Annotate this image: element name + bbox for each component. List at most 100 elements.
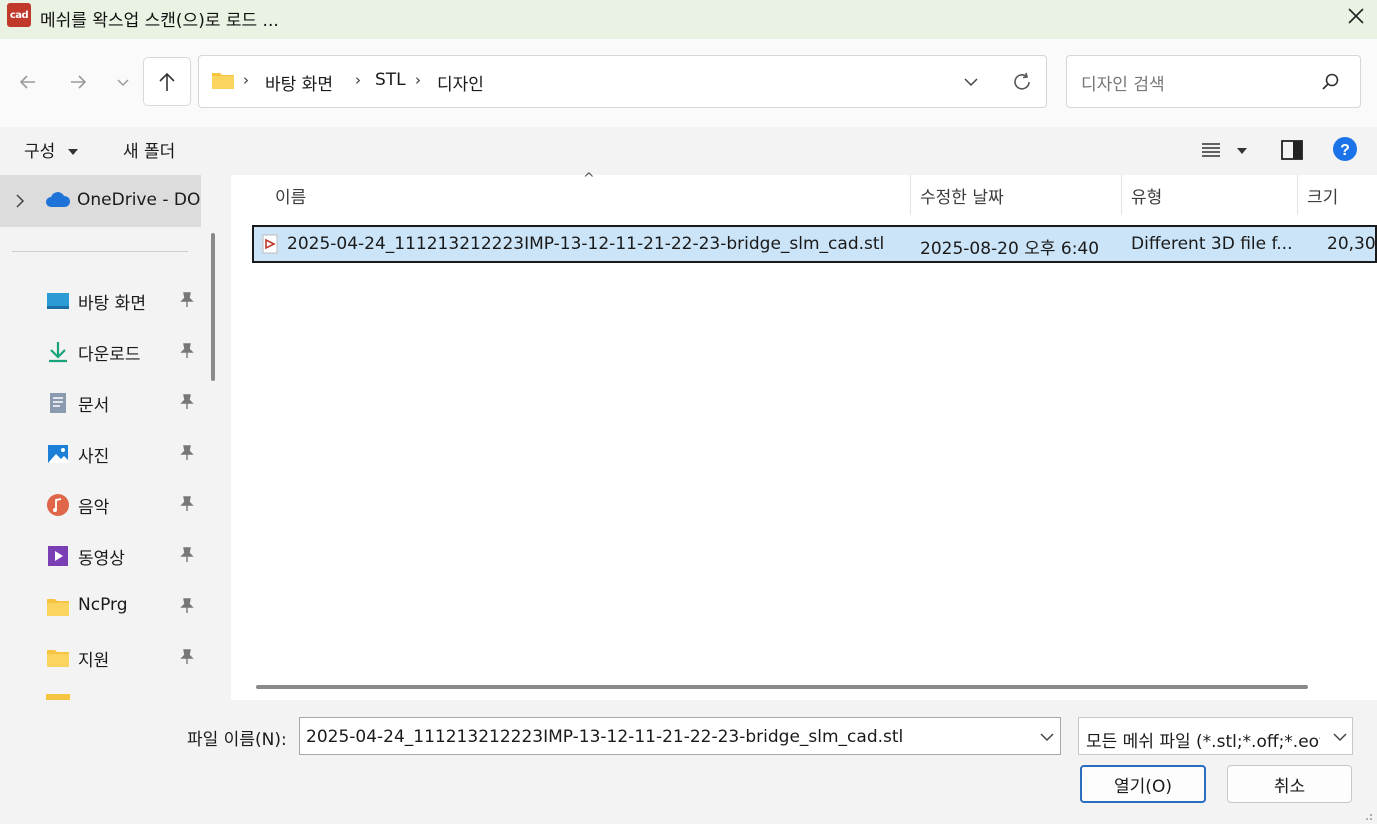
folder-icon — [47, 599, 69, 616]
up-arrow-icon — [159, 72, 175, 91]
file-size-cell: 20,305 — [1327, 234, 1377, 254]
folder-icon — [212, 73, 234, 89]
open-button[interactable]: 열기(O) — [1080, 765, 1206, 803]
nav-item-videos[interactable]: 동영상 — [0, 536, 201, 576]
filename-value[interactable]: 2025-04-24_111213212223IMP-13-12-11-21-2… — [306, 727, 903, 747]
column-divider[interactable] — [1121, 175, 1122, 215]
chevron-down-icon[interactable] — [964, 76, 978, 88]
stl-file-icon — [262, 234, 278, 254]
nav-item-label: 지원 — [78, 651, 110, 671]
onedrive-label: OneDrive - DOF — [77, 190, 201, 210]
app-icon: cad — [7, 3, 31, 27]
sort-ascending-icon: ^ — [583, 171, 595, 187]
nav-item-ncprg[interactable]: NcPrg — [0, 587, 201, 627]
navigation-pane: OneDrive - DOF 바탕 화면 다운로드 문서 사진 음악 동영상 N… — [0, 175, 228, 700]
file-type-cell: Different 3D file f... — [1131, 234, 1291, 254]
breadcrumb-separator-icon: › — [243, 71, 249, 89]
organize-label: 구성 — [24, 142, 56, 162]
breadcrumb-separator-icon: › — [415, 71, 421, 89]
preview-pane-button[interactable] — [1280, 139, 1304, 165]
onedrive-cloud-icon — [46, 192, 71, 207]
nav-item-documents[interactable]: 문서 — [0, 383, 201, 423]
list-view-icon — [1202, 143, 1220, 157]
help-button[interactable]: ? — [1332, 136, 1358, 166]
nav-item-label: 동영상 — [78, 549, 125, 569]
column-header-name[interactable]: 이름 — [275, 183, 306, 208]
nav-item-music[interactable]: 음악 — [0, 485, 201, 525]
file-type-select[interactable]: 모든 메쉬 파일 (*.stl;*.off;*.eoff — [1078, 717, 1353, 755]
search-icon — [1322, 73, 1339, 90]
refresh-icon[interactable] — [1011, 71, 1033, 93]
dialog-footer: 파일 이름(N): 2025-04-24_111213212223IMP-13-… — [0, 700, 1377, 824]
breadcrumb-stl[interactable]: STL — [375, 70, 406, 90]
search-box[interactable]: 디자인 검색 — [1066, 55, 1361, 108]
open-file-dialog: cad 메쉬를 왁스업 스캔(으)로 로드 ... › 바탕 화면 › STL … — [0, 0, 1377, 824]
filename-field[interactable]: 2025-04-24_111213212223IMP-13-12-11-21-2… — [299, 717, 1061, 755]
view-options-button[interactable] — [1200, 139, 1247, 165]
close-icon — [1348, 7, 1364, 24]
nav-item-pictures[interactable]: 사진 — [0, 434, 201, 474]
caret-down-icon — [67, 149, 78, 155]
file-modified-cell: 2025-08-20 오후 6:40 — [920, 239, 1100, 259]
nav-item-downloads[interactable]: 다운로드 — [0, 332, 201, 372]
chevron-right-icon[interactable] — [14, 193, 26, 209]
help-icon: ? — [1333, 137, 1357, 161]
breadcrumb-separator-icon: › — [355, 71, 361, 89]
documents-icon — [50, 393, 66, 413]
preview-pane-icon — [1281, 140, 1303, 160]
close-button[interactable] — [1335, 0, 1377, 31]
chevron-down-icon — [117, 79, 129, 87]
file-list: ^ 이름 수정한 날짜 유형 크기 2025-04-24_11121321222… — [231, 171, 1377, 700]
search-input[interactable]: 디자인 검색 — [1081, 70, 1165, 95]
nav-item-onedrive[interactable]: OneDrive - DOF — [0, 175, 201, 227]
pin-icon — [180, 496, 194, 511]
address-bar[interactable]: › 바탕 화면 › STL › 디자인 — [198, 55, 1047, 108]
file-type-value: 모든 메쉬 파일 (*.stl;*.off;*.eoff — [1086, 732, 1320, 752]
chevron-down-icon[interactable] — [1040, 732, 1054, 742]
column-divider[interactable] — [910, 175, 911, 215]
nav-item-label: 바탕 화면 — [78, 294, 146, 314]
recent-locations-button[interactable] — [105, 64, 141, 100]
pin-icon — [180, 292, 194, 307]
breadcrumb-design[interactable]: 디자인 — [437, 70, 484, 95]
nav-pane-scrollbar[interactable] — [211, 233, 215, 381]
nav-item-label: 사진 — [78, 447, 110, 467]
videos-icon — [48, 546, 68, 566]
desktop-icon — [47, 293, 69, 309]
file-name-cell: 2025-04-24_111213212223IMP-13-12-11-21-2… — [287, 234, 885, 254]
back-arrow-icon — [19, 75, 35, 89]
navigation-bar: › 바탕 화면 › STL › 디자인 디자인 검색 — [0, 39, 1377, 127]
forward-arrow-icon — [71, 75, 87, 89]
svg-text:?: ? — [1340, 142, 1350, 159]
pin-icon — [180, 445, 194, 460]
pin-icon — [180, 394, 194, 409]
organize-button[interactable]: 구성 — [24, 137, 79, 162]
nav-item-label: 음악 — [78, 498, 110, 518]
horizontal-scrollbar[interactable] — [256, 685, 1308, 689]
window-title: 메쉬를 왁스업 스캔(으)로 로드 ... — [40, 11, 279, 31]
nav-item-desktop[interactable]: 바탕 화면 — [0, 281, 201, 321]
resize-grip-icon[interactable] — [1365, 813, 1373, 821]
music-icon — [47, 494, 69, 516]
nav-item-support[interactable]: 지원 — [0, 638, 201, 678]
column-header-size[interactable]: 크기 — [1307, 183, 1338, 208]
pin-icon — [180, 343, 194, 358]
command-bar: 구성 새 폴더 ? — [0, 127, 1377, 175]
up-button[interactable] — [143, 57, 191, 106]
column-divider[interactable] — [1297, 175, 1298, 215]
title-bar: cad 메쉬를 왁스업 스캔(으)로 로드 ... — [0, 0, 1377, 39]
column-header-type[interactable]: 유형 — [1131, 183, 1162, 208]
pictures-icon — [48, 445, 68, 463]
pin-icon — [180, 649, 194, 664]
nav-item-label: NcPrg — [78, 595, 128, 615]
breadcrumb-desktop[interactable]: 바탕 화면 — [265, 70, 333, 95]
cancel-button[interactable]: 취소 — [1227, 765, 1352, 803]
new-folder-button[interactable]: 새 폴더 — [123, 137, 175, 162]
nav-item-label: 다운로드 — [78, 345, 141, 365]
download-icon — [49, 342, 67, 363]
filename-label: 파일 이름(N): — [187, 730, 287, 750]
back-button[interactable] — [10, 64, 46, 100]
forward-button[interactable] — [60, 64, 96, 100]
column-header-modified[interactable]: 수정한 날짜 — [920, 183, 1004, 208]
table-row[interactable]: 2025-04-24_111213212223IMP-13-12-11-21-2… — [252, 225, 1377, 263]
